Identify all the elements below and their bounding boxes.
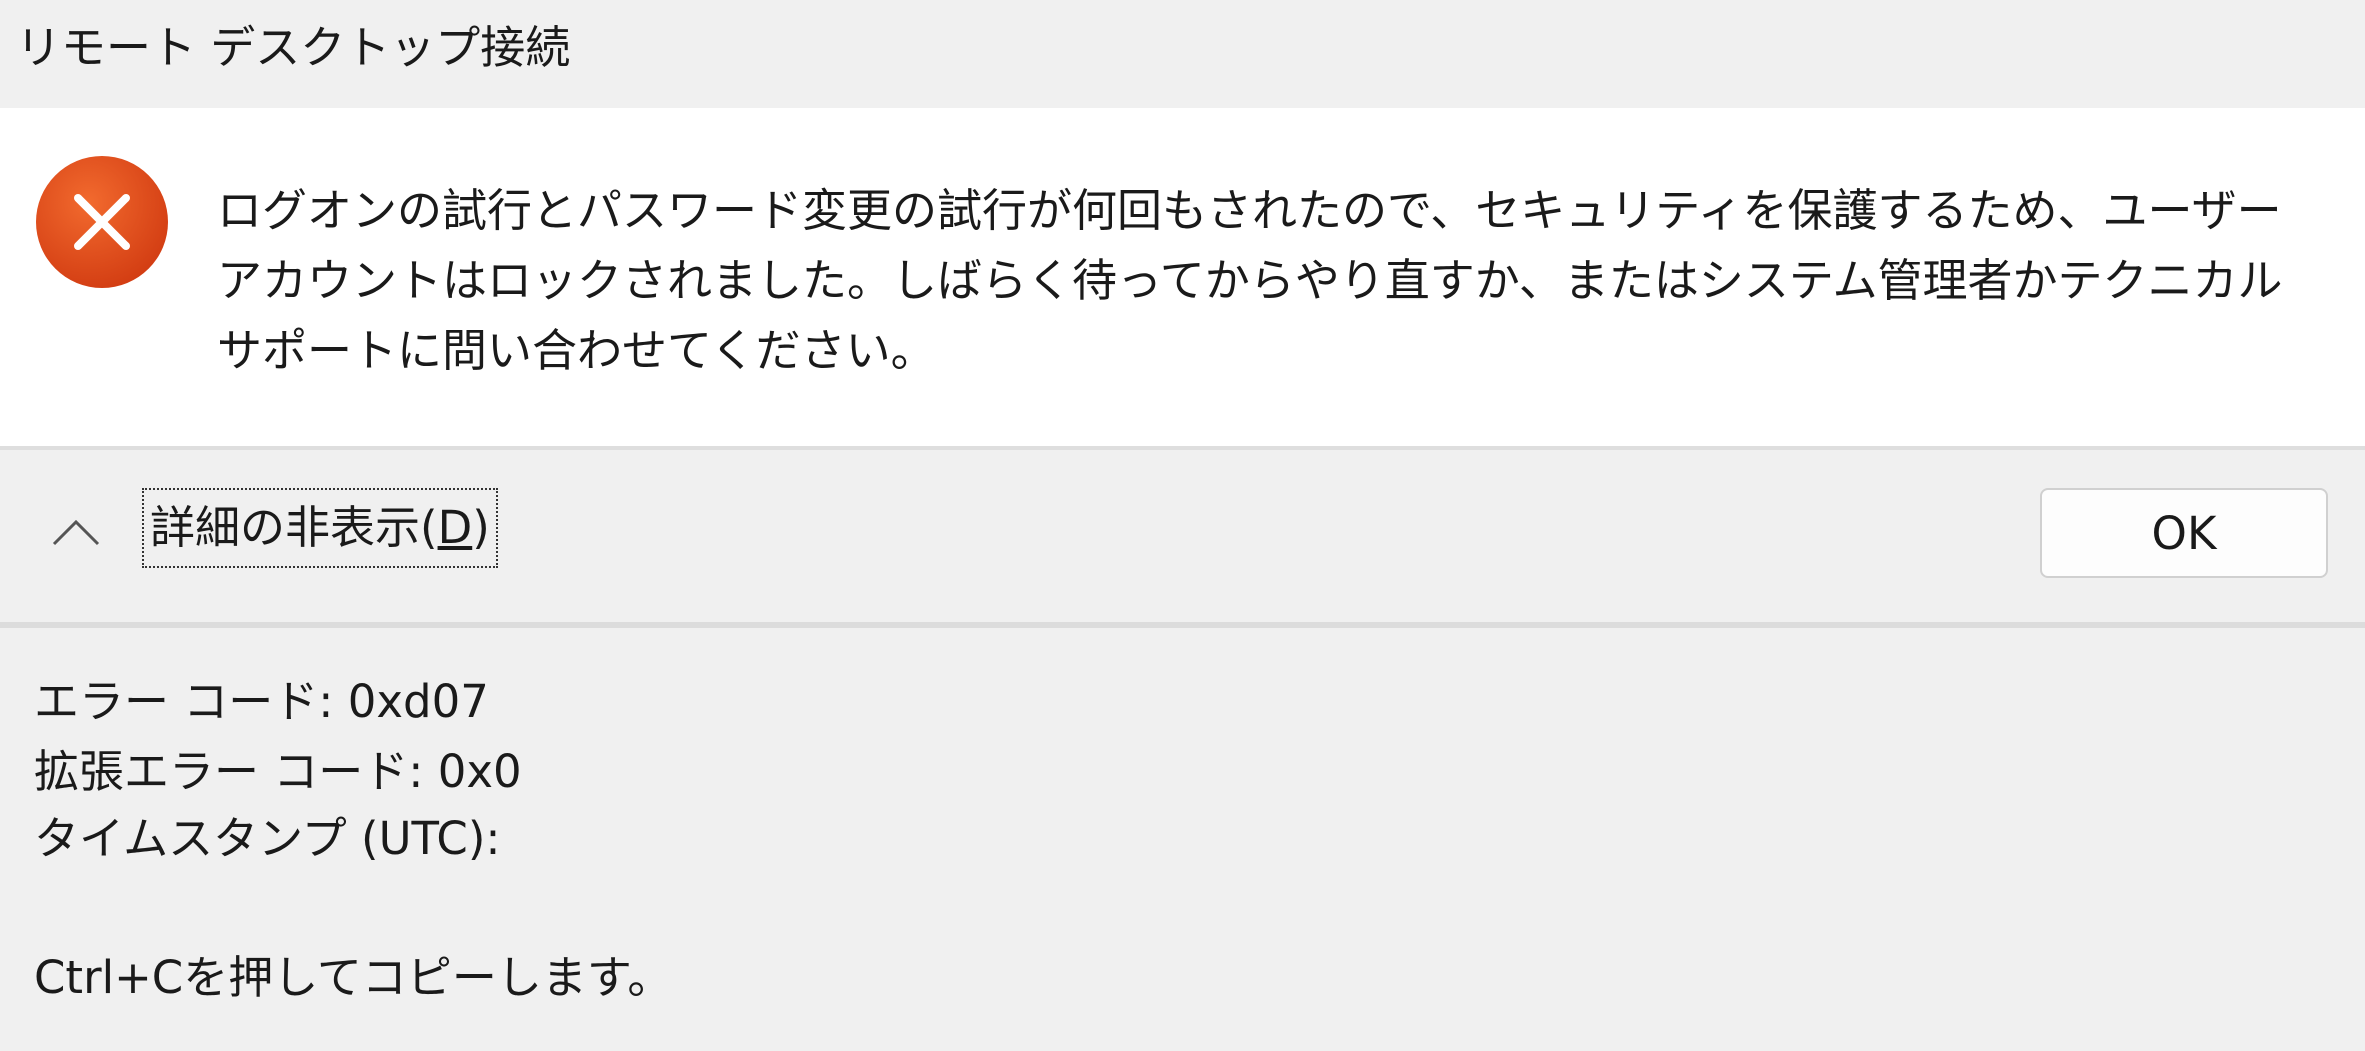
- error-code: エラー コード: 0xd07: [34, 675, 489, 728]
- hide-details-button[interactable]: 詳細の非表示(D): [142, 488, 498, 568]
- ok-button[interactable]: OK: [2040, 488, 2328, 578]
- error-message: ログオンの試行とパスワード変更の試行が何回もされたので、セキュリティを保護するた…: [217, 184, 2283, 377]
- chevron-up-icon[interactable]: [48, 512, 104, 552]
- message-panel: ログオンの試行とパスワード変更の試行が何回もされたので、セキュリティを保護するた…: [0, 108, 2365, 446]
- timestamp: タイムスタンプ (UTC):: [34, 812, 501, 865]
- hide-details-mnemonic: D: [437, 501, 473, 554]
- button-bar: 詳細の非表示(D) OK: [0, 450, 2365, 622]
- copy-hint: Ctrl+Cを押してコピーします。: [34, 951, 673, 1004]
- rdp-error-dialog: リモート デスクトップ接続 ログオンの試行とパスワード変更の試行が何回もされたの…: [0, 0, 2365, 1051]
- hide-details-label: 詳細の非表示(: [150, 501, 438, 554]
- error-icon: [36, 156, 168, 288]
- hide-details-label-suffix: ): [472, 501, 490, 554]
- details-panel: エラー コード: 0xd07 拡張エラー コード: 0x0 タイムスタンプ (U…: [0, 628, 2365, 1051]
- window-title: リモート デスクトップ接続: [16, 21, 571, 74]
- title-bar: リモート デスクトップ接続: [0, 0, 2365, 108]
- extended-error-code: 拡張エラー コード: 0x0: [34, 745, 522, 798]
